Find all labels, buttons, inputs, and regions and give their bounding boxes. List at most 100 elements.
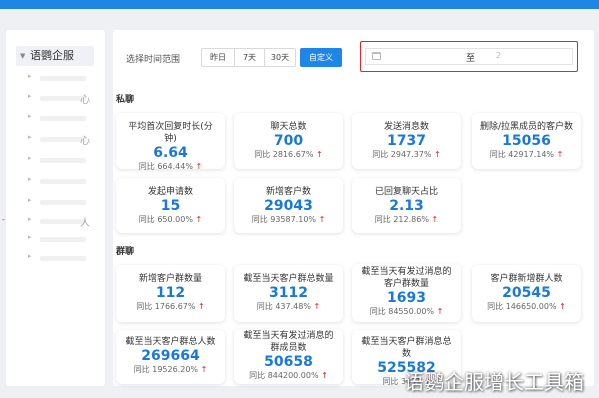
date-separator: 至 <box>466 54 476 64</box>
sidebar-item-glyph: 心 <box>80 136 90 147</box>
private-stat-card: 新增客户数 29043 同比 93587.10% ↑ <box>234 178 343 233</box>
stat-label: 截至当天有发过消息的客户群数量 <box>361 267 452 289</box>
stat-compare: 同比 84550.00% <box>369 307 435 316</box>
end-date-input[interactable]: 2 <box>496 51 501 60</box>
stat-value: 1737 <box>387 133 426 149</box>
stat-compare: 同比 2816.67% <box>254 150 314 159</box>
arrow-up-icon: ↑ <box>195 162 203 171</box>
sidebar-item-label-blurred <box>40 76 86 81</box>
stat-label: 已回复聊天占比 <box>374 187 438 197</box>
sidebar-root-label: 语鹦企服 <box>30 49 74 62</box>
private-stat-card: 平均首次回复时长(分钟) 6.64 同比 664.44% ↑ <box>116 113 225 171</box>
stat-label: 截至当天客户群消息总数 <box>361 337 452 359</box>
stat-compare: 同比 93587.10% <box>251 215 317 224</box>
stat-label: 截至当天有发过消息的群成员数 <box>243 331 334 353</box>
range-7days-button[interactable]: 7天 <box>234 48 265 67</box>
arrow-up-icon: ↑ <box>321 371 328 380</box>
sidebar-item-label-blurred <box>40 200 86 205</box>
sidebar-item-glyph: 人 <box>80 218 90 229</box>
stat-label: 客户群新增群人数 <box>490 274 563 284</box>
caret-right-icon: ▸ <box>28 175 32 183</box>
group-stat-card: 新增客户群数量 112 同比 1766.67% ↑ <box>116 265 225 322</box>
group-chat-title: 群聊 <box>116 247 135 257</box>
sidebar-item-glyph: 心 <box>80 95 90 106</box>
stat-value: 112 <box>155 285 186 301</box>
stat-compare: 同比 19526.20% <box>133 365 199 374</box>
group-stat-card: 截至当天客户群总人数 269664 同比 19526.20% ↑ <box>116 330 225 384</box>
stat-compare: 同比 437.48% <box>256 302 311 311</box>
stat-label: 截至当天客户群总数量 <box>243 274 334 284</box>
arrow-up-icon: ↑ <box>431 215 439 224</box>
watermark: 语鹦企服增长工具箱 <box>404 370 584 394</box>
caret-right-icon: ▸ <box>28 196 32 204</box>
private-stat-card: 发起申请数 15 同比 650.00% ↑ <box>116 178 225 233</box>
stat-value: 29043 <box>264 198 313 214</box>
range-custom-button[interactable]: 自定义 <box>300 48 342 67</box>
caret-right-icon: ▸ <box>28 252 32 260</box>
caret-right-icon: ▸ <box>28 72 32 80</box>
stat-value: 700 <box>273 133 304 149</box>
arrow-up-icon: ↑ <box>556 150 564 159</box>
sidebar-item[interactable]: ▸ <box>28 112 98 126</box>
group-stat-card: 客户群新增群人数 20545 同比 146650.00% ↑ <box>472 265 581 322</box>
range-yesterday-button[interactable]: 昨日 <box>201 48 235 67</box>
stat-value: 15 <box>160 198 181 214</box>
range-30days-button[interactable]: 30天 <box>264 48 296 67</box>
sidebar-item[interactable]: ▸ 人 <box>28 215 98 229</box>
stat-compare: 同比 1766.67% <box>136 302 196 311</box>
sidebar-item-label-blurred <box>40 237 86 242</box>
stat-compare: 同比 664.44% <box>138 162 193 171</box>
arrow-up-icon: ↑ <box>313 302 321 311</box>
date-range-picker[interactable]: 至 2 <box>365 48 573 65</box>
arrow-up-icon: ↑ <box>318 215 326 224</box>
sidebar-item[interactable]: ▸ <box>28 175 98 189</box>
sidebar: ▼ 语鹦企服 ▸ ▸ 心 ▸ ▸ 心 ▸ ▸ ▸ ▸ 人 ▸ ▸ <box>6 30 105 386</box>
stat-value: 269664 <box>141 348 200 364</box>
stat-label: 发起申请数 <box>147 187 193 197</box>
arrow-up-icon: ↑ <box>436 307 444 316</box>
top-bar <box>0 0 599 9</box>
stat-label: 删除/拉黑成员的客户数 <box>479 122 574 132</box>
arrow-up-icon: ↑ <box>198 302 205 311</box>
sidebar-item[interactable]: ▸ 心 <box>28 92 98 106</box>
private-stat-card: 发送消息数 1737 同比 2947.37% ↑ <box>352 113 461 169</box>
sidebar-root-item[interactable]: ▼ 语鹦企服 <box>16 46 94 66</box>
sidebar-item[interactable]: ▸ <box>28 252 98 266</box>
stat-label: 新增客户群数量 <box>138 274 202 284</box>
private-chat-title: 私聊 <box>116 95 135 105</box>
stat-label: 截至当天客户群总人数 <box>125 337 216 347</box>
private-stat-card: 聊天总数 700 同比 2816.67% ↑ <box>234 113 343 169</box>
sidebar-item[interactable]: ▸ <box>28 154 98 168</box>
stat-value: 2.13 <box>389 198 424 214</box>
stat-compare: 同比 146650.00% <box>487 302 557 311</box>
sidebar-item[interactable]: ▸ <box>28 233 98 247</box>
stat-label: 新增客户数 <box>265 187 311 197</box>
stat-label: 发送消息数 <box>383 122 429 132</box>
sidebar-item[interactable]: ▸ 心 <box>28 133 98 147</box>
sidebar-item-label-blurred <box>40 179 86 184</box>
sidebar-item-label-blurred <box>40 158 86 163</box>
arrow-up-icon: ↑ <box>559 302 566 311</box>
group-stat-card: 截至当天有发过消息的群成员数 50658 同比 844200.00% ↑ <box>234 329 343 384</box>
private-stat-card: 已回复聊天占比 2.13 同比 212.86% ↑ <box>352 178 461 233</box>
arrow-up-icon: ↑ <box>434 150 441 159</box>
marker-dash: - <box>2 215 5 224</box>
sidebar-item-label-blurred <box>40 116 86 121</box>
stat-compare: 同比 42917.14% <box>489 150 555 159</box>
stat-compare: 同比 2947.37% <box>372 150 432 159</box>
caret-right-icon: ▸ <box>28 112 32 120</box>
arrow-up-icon: ↑ <box>200 365 208 374</box>
arrow-up-icon: ↑ <box>195 215 203 224</box>
stat-value: 3112 <box>269 285 308 301</box>
main-panel: 选择时间范围 昨日 7天 30天 自定义 至 2 私聊 群聊 平均首次回复时长(… <box>113 30 594 386</box>
stat-label: 平均首次回复时长(分钟) <box>128 122 213 144</box>
time-range-label: 选择时间范围 <box>126 55 181 65</box>
stat-value: 20545 <box>502 285 551 301</box>
caret-right-icon: ▸ <box>28 215 32 223</box>
sidebar-item[interactable]: ▸ <box>28 72 98 86</box>
stat-value: 50658 <box>264 354 313 370</box>
caret-right-icon: ▸ <box>28 92 32 100</box>
stat-compare: 同比 650.00% <box>138 215 193 224</box>
stat-compare: 同比 844200.00% <box>249 371 319 380</box>
sidebar-item[interactable]: ▸ <box>28 196 98 210</box>
